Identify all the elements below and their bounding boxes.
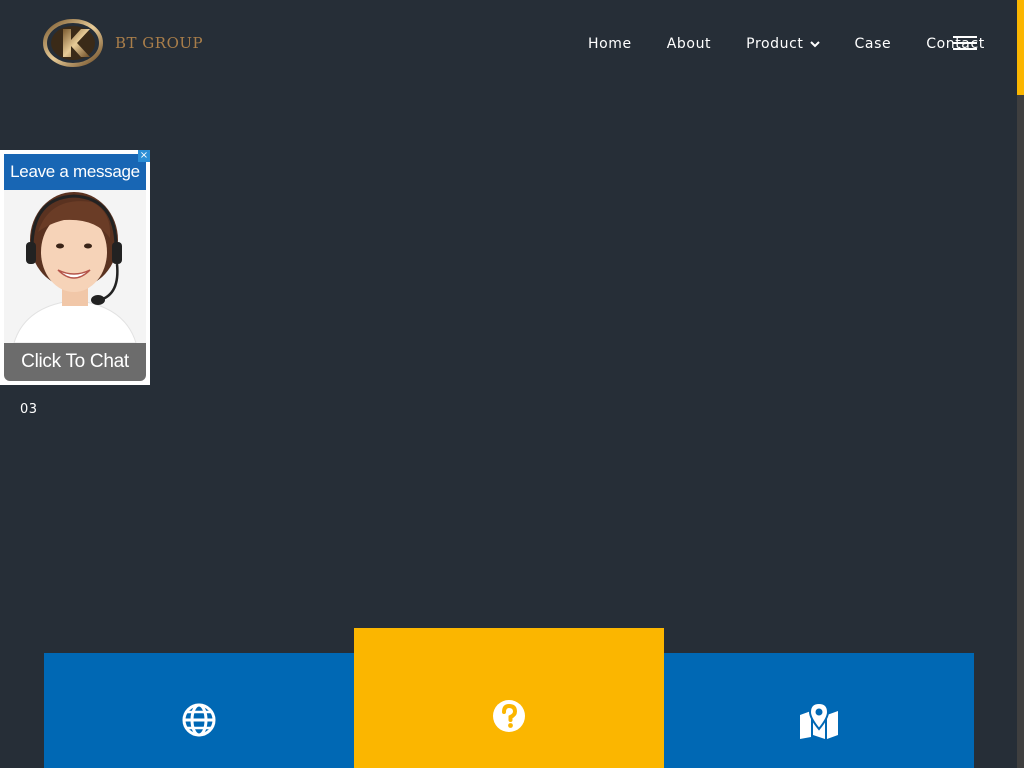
support-agent-photo	[4, 190, 146, 343]
nav-item-label: Product	[746, 36, 804, 52]
nav-item-case[interactable]: Case	[855, 36, 892, 52]
feature-box-faq[interactable]	[354, 628, 664, 768]
close-icon[interactable]: ×	[138, 150, 150, 162]
nav-item-product[interactable]: Product	[746, 36, 820, 52]
scrollbar-track[interactable]	[1017, 0, 1024, 768]
chevron-down-icon	[809, 41, 820, 48]
chat-widget-title[interactable]: Leave a message	[4, 154, 146, 190]
page: BT GROUP Home About Product Case Contact…	[0, 0, 1024, 768]
nav-item-label: Home	[588, 36, 632, 52]
question-circle-icon	[493, 700, 525, 732]
site-logo[interactable]: BT GROUP	[43, 19, 203, 67]
scrollbar-thumb[interactable]	[1017, 0, 1024, 95]
nav-item-label: Case	[854, 36, 892, 52]
main-nav: Home About Product Case Contact	[588, 34, 985, 54]
slide-index: 03	[20, 402, 38, 417]
nav-item-about[interactable]: About	[667, 36, 711, 52]
chat-widget[interactable]: Leave a message Click To Chat ×	[0, 150, 150, 385]
nav-item-home[interactable]: Home	[588, 36, 632, 52]
click-to-chat-button[interactable]: Click To Chat	[4, 343, 146, 381]
hamburger-icon[interactable]	[953, 36, 977, 50]
feature-box-global[interactable]	[44, 653, 354, 768]
nav-item-label: About	[666, 36, 712, 52]
map-marker-icon	[800, 703, 838, 739]
globe-icon	[182, 703, 216, 737]
logo-emblem-icon	[43, 19, 103, 67]
feature-box-location[interactable]	[664, 653, 974, 768]
logo-text: BT GROUP	[115, 34, 204, 52]
